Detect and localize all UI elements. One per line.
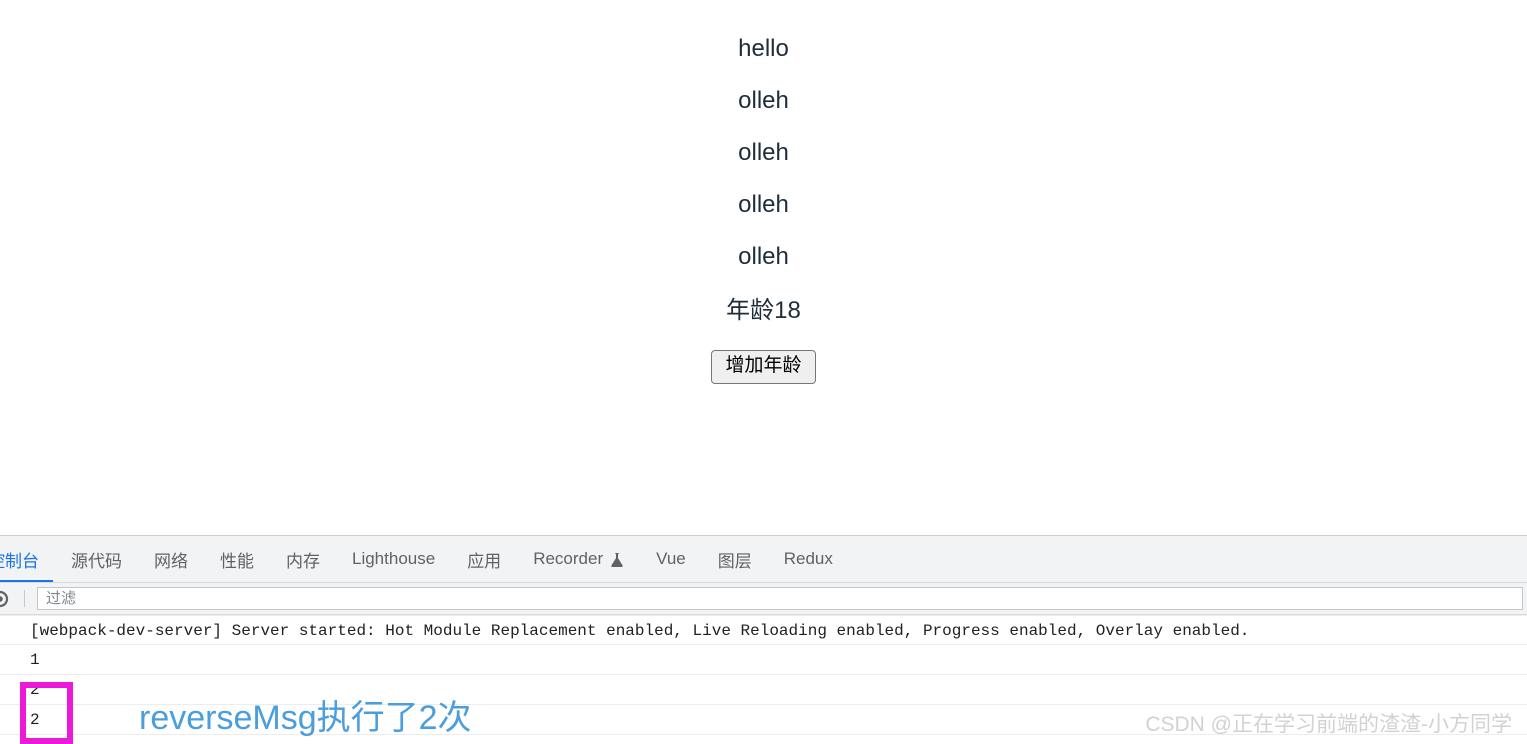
tab-vue-label: Vue — [656, 549, 686, 568]
tab-memory[interactable]: 内存 — [270, 536, 336, 582]
tab-memory-label: 内存 — [286, 551, 320, 571]
tab-application-label: 应用 — [467, 551, 502, 571]
tab-layers[interactable]: 图层 — [702, 536, 768, 582]
age-display: 年龄18 — [726, 297, 801, 324]
tab-recorder[interactable]: Recorder — [517, 536, 640, 582]
message-line-reversed-2: olleh — [738, 139, 789, 166]
tab-network-label: 网络 — [154, 551, 188, 571]
tab-layers-label: 图层 — [717, 551, 752, 571]
tab-recorder-label: Recorder — [533, 549, 604, 568]
filter-input[interactable] — [37, 587, 1523, 610]
increase-age-button[interactable]: 增加年龄 — [711, 350, 816, 384]
devtools-tab-bar: 控制台 源代码 网络 性能 内存 Lighthouse 应用 Recorder — [0, 536, 1527, 583]
console-filter-bar — [0, 583, 1527, 615]
tab-network[interactable]: 网络 — [138, 536, 204, 582]
message-line-reversed-3: olleh — [738, 191, 789, 218]
message-line-original: hello — [738, 35, 789, 62]
tab-sources-label: 源代码 — [71, 551, 122, 571]
csdn-watermark: CSDN @正在学习前端的渣渣-小方同学 — [1145, 713, 1512, 736]
tab-sources[interactable]: 源代码 — [55, 536, 138, 582]
tab-lighthouse-label: Lighthouse — [352, 549, 436, 568]
tab-performance[interactable]: 性能 — [204, 536, 270, 582]
tab-console-label: 控制台 — [0, 551, 39, 571]
callout-annotation-text: reverseMsg执行了2次 — [139, 699, 472, 737]
age-button-container: 增加年龄 — [0, 350, 1527, 384]
tab-lighthouse[interactable]: Lighthouse — [336, 536, 451, 582]
console-row[interactable]: [webpack-dev-server] Server started: Hot… — [0, 615, 1527, 645]
message-line-reversed-1: olleh — [738, 87, 789, 114]
console-sidebar-toggle-icon[interactable] — [0, 588, 13, 610]
page-viewport: hello olleh olleh olleh olleh 年龄18 增加年龄 — [0, 0, 1527, 535]
tab-application[interactable]: 应用 — [451, 536, 517, 582]
flask-icon — [610, 552, 624, 568]
tab-redux-label: Redux — [783, 549, 833, 568]
message-line-reversed-4: olleh — [738, 243, 789, 270]
tab-redux[interactable]: Redux — [768, 536, 849, 582]
console-row[interactable]: 1 — [0, 645, 1527, 675]
tab-vue[interactable]: Vue — [640, 536, 702, 582]
tab-performance-label: 性能 — [220, 551, 254, 571]
tab-console[interactable]: 控制台 — [0, 536, 55, 582]
filter-divider — [24, 590, 25, 607]
